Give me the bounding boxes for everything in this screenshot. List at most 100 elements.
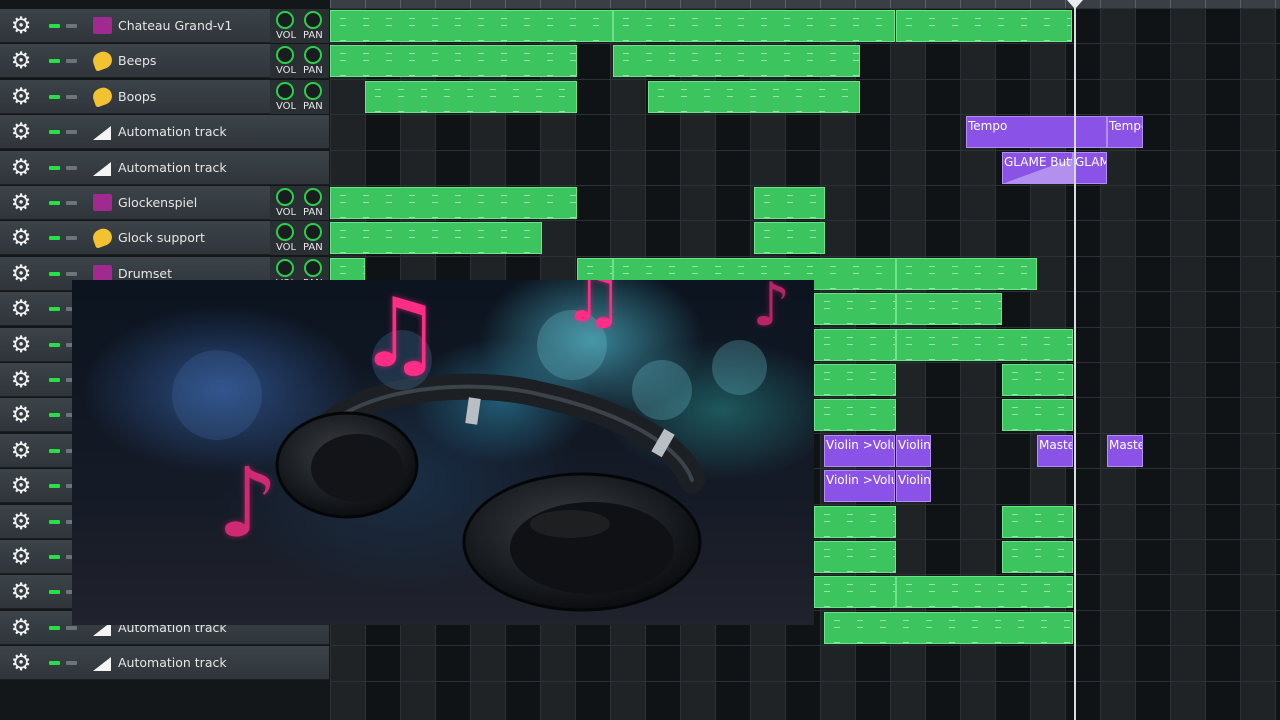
mute-toggle[interactable] <box>49 413 60 417</box>
gear-icon[interactable]: ⚙ <box>9 474 33 498</box>
automation-clip[interactable]: Maste <box>1037 435 1073 467</box>
automation-icon[interactable] <box>93 162 111 176</box>
automation-icon[interactable] <box>93 657 111 671</box>
track-name[interactable]: Glockenspiel <box>118 186 197 220</box>
gear-icon[interactable]: ⚙ <box>9 262 33 286</box>
mute-toggle[interactable] <box>49 449 60 453</box>
gear-icon[interactable]: ⚙ <box>9 14 33 38</box>
gear-icon[interactable]: ⚙ <box>9 580 33 604</box>
track-name[interactable]: Automation track <box>118 115 227 149</box>
note-pattern[interactable] <box>330 10 613 42</box>
solo-toggle[interactable] <box>66 95 77 99</box>
gear-icon[interactable]: ⚙ <box>9 616 33 640</box>
track-row[interactable]: ⚙ Automation track <box>0 115 329 149</box>
mute-toggle[interactable] <box>49 520 60 524</box>
note-pattern[interactable] <box>1002 541 1073 573</box>
note-pattern[interactable] <box>814 399 896 431</box>
automation-clip[interactable]: Tempo <box>1107 116 1143 148</box>
track-row[interactable]: ⚙ Beeps VOL PAN <box>0 44 329 78</box>
note-pattern[interactable] <box>613 45 860 77</box>
note-pattern[interactable] <box>814 364 896 396</box>
note-pattern[interactable] <box>613 10 895 42</box>
gear-icon[interactable]: ⚙ <box>9 191 33 215</box>
piano-icon[interactable] <box>93 194 112 211</box>
bell-icon[interactable] <box>90 49 115 72</box>
note-pattern[interactable] <box>1002 506 1073 538</box>
automation-clip[interactable]: Tempo <box>966 116 1107 148</box>
note-pattern[interactable] <box>814 576 896 608</box>
pan-knob[interactable] <box>304 259 322 277</box>
note-pattern[interactable] <box>814 541 896 573</box>
track-name[interactable]: Chateau Grand-v1 <box>118 9 232 43</box>
gear-icon[interactable]: ⚙ <box>9 333 33 357</box>
solo-toggle[interactable] <box>66 272 77 276</box>
solo-toggle[interactable] <box>66 59 77 63</box>
solo-toggle[interactable] <box>66 166 77 170</box>
note-pattern[interactable] <box>365 81 577 113</box>
gear-icon[interactable]: ⚙ <box>9 297 33 321</box>
pan-knob[interactable] <box>304 188 322 206</box>
mute-toggle[interactable] <box>49 166 60 170</box>
pan-knob[interactable] <box>304 11 322 29</box>
mute-toggle[interactable] <box>49 484 60 488</box>
automation-clip[interactable]: Violin >Volum <box>824 435 895 467</box>
track-row[interactable]: ⚙ Glockenspiel VOL PAN <box>0 186 329 220</box>
mute-toggle[interactable] <box>49 307 60 311</box>
note-pattern[interactable] <box>814 293 896 325</box>
note-pattern[interactable] <box>754 222 825 254</box>
note-pattern[interactable] <box>896 576 1073 608</box>
mute-toggle[interactable] <box>49 590 60 594</box>
mute-toggle[interactable] <box>49 236 60 240</box>
gear-icon[interactable]: ⚙ <box>9 49 33 73</box>
mute-toggle[interactable] <box>49 555 60 559</box>
track-row[interactable]: ⚙ Automation track <box>0 151 329 185</box>
automation-clip[interactable]: Violin > <box>896 470 931 502</box>
volume-knob[interactable] <box>276 188 294 206</box>
solo-toggle[interactable] <box>66 24 77 28</box>
mute-toggle[interactable] <box>49 661 60 665</box>
solo-toggle[interactable] <box>66 130 77 134</box>
pan-knob[interactable] <box>304 46 322 64</box>
mute-toggle[interactable] <box>49 272 60 276</box>
gear-icon[interactable]: ⚙ <box>9 368 33 392</box>
volume-knob[interactable] <box>276 11 294 29</box>
track-row[interactable]: ⚙ Automation track <box>0 646 329 680</box>
note-pattern[interactable] <box>330 222 542 254</box>
mute-toggle[interactable] <box>49 343 60 347</box>
automation-icon[interactable] <box>93 126 111 140</box>
track-name[interactable]: Boops <box>118 80 156 114</box>
automation-clip[interactable]: GLAME Butte <box>1002 152 1073 184</box>
track-name[interactable]: Beeps <box>118 44 156 78</box>
pan-knob[interactable] <box>304 223 322 241</box>
gear-icon[interactable]: ⚙ <box>9 85 33 109</box>
note-pattern[interactable] <box>814 329 896 361</box>
track-row[interactable]: ⚙ Boops VOL PAN <box>0 80 329 114</box>
note-pattern[interactable] <box>754 187 825 219</box>
mute-toggle[interactable] <box>49 24 60 28</box>
note-pattern[interactable] <box>896 258 1037 290</box>
note-pattern[interactable] <box>814 506 896 538</box>
mute-toggle[interactable] <box>49 130 60 134</box>
automation-clip[interactable]: Maste <box>1107 435 1143 467</box>
playhead-line[interactable] <box>1074 0 1076 720</box>
track-name[interactable]: Automation track <box>118 646 227 680</box>
note-pattern[interactable] <box>330 187 577 219</box>
track-name[interactable]: Automation track <box>118 151 227 185</box>
gear-icon[interactable]: ⚙ <box>9 439 33 463</box>
bell-icon[interactable] <box>90 85 115 108</box>
note-pattern[interactable] <box>824 612 1073 644</box>
gear-icon[interactable]: ⚙ <box>9 510 33 534</box>
note-pattern[interactable] <box>330 45 577 77</box>
bell-icon[interactable] <box>90 226 115 249</box>
track-row[interactable]: ⚙ Chateau Grand-v1 VOL PAN <box>0 9 329 43</box>
volume-knob[interactable] <box>276 259 294 277</box>
mute-toggle[interactable] <box>49 95 60 99</box>
note-pattern[interactable] <box>896 329 1073 361</box>
playhead-marker-icon[interactable] <box>1067 0 1083 9</box>
gear-icon[interactable]: ⚙ <box>9 120 33 144</box>
mute-toggle[interactable] <box>49 378 60 382</box>
note-pattern[interactable] <box>896 10 1072 42</box>
gear-icon[interactable]: ⚙ <box>9 156 33 180</box>
mute-toggle[interactable] <box>49 626 60 630</box>
solo-toggle[interactable] <box>66 661 77 665</box>
